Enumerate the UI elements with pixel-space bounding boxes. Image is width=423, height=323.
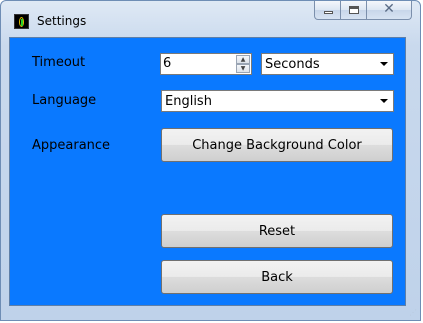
- settings-panel: Timeout 6 ▲ ▼ Seconds Language English A…: [9, 37, 406, 306]
- settings-window: Settings ✕ Timeout 6 ▲ ▼ Seconds Languag…: [0, 0, 421, 321]
- close-icon: ✕: [383, 1, 395, 17]
- chevron-down-icon[interactable]: [380, 99, 388, 103]
- language-select[interactable]: English: [161, 90, 394, 112]
- stepper-up-icon[interactable]: ▲: [236, 55, 250, 64]
- change-background-color-button[interactable]: Change Background Color: [161, 128, 393, 162]
- minimize-button[interactable]: [314, 1, 341, 20]
- timeout-unit-value: Seconds: [265, 57, 320, 72]
- resize-grip-icon[interactable]: ⋰: [409, 309, 418, 318]
- chevron-down-icon[interactable]: [380, 62, 388, 66]
- app-icon: [14, 14, 29, 29]
- timeout-value[interactable]: 6: [163, 56, 171, 71]
- close-button[interactable]: ✕: [367, 1, 412, 20]
- stepper-down-icon[interactable]: ▼: [236, 64, 250, 73]
- title-bar[interactable]: Settings ✕: [1, 1, 420, 37]
- caption-buttons: ✕: [314, 1, 412, 21]
- timeout-stepper[interactable]: 6 ▲ ▼: [160, 53, 252, 75]
- language-value: English: [165, 94, 212, 109]
- minimize-icon: [324, 11, 333, 14]
- language-label: Language: [32, 93, 97, 108]
- window-title: Settings: [37, 14, 87, 28]
- timeout-unit-select[interactable]: Seconds: [261, 53, 394, 75]
- maximize-button[interactable]: [341, 1, 367, 20]
- appearance-label: Appearance: [32, 138, 111, 153]
- timeout-label: Timeout: [32, 55, 86, 70]
- maximize-icon: [349, 6, 359, 14]
- back-button[interactable]: Back: [161, 260, 393, 294]
- reset-button[interactable]: Reset: [161, 214, 393, 248]
